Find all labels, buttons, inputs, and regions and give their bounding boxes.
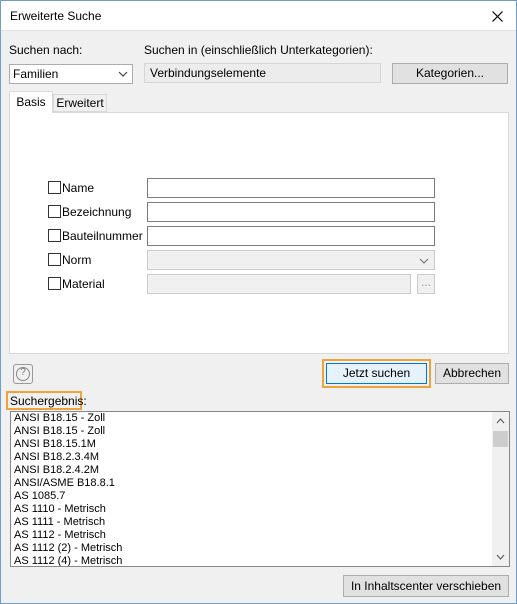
- list-item[interactable]: AS 1085.7: [11, 490, 509, 503]
- search-by-value: Familien: [13, 67, 59, 81]
- chevron-down-icon: [419, 258, 429, 264]
- close-button[interactable]: [484, 3, 510, 29]
- move-to-content-center-button[interactable]: In Inhaltscenter verschieben: [343, 575, 509, 597]
- scroll-down-icon[interactable]: [496, 553, 505, 561]
- categories-button[interactable]: Kategorien...: [392, 63, 508, 84]
- search-by-label: Suchen nach:: [9, 43, 83, 57]
- designation-input[interactable]: [147, 202, 435, 222]
- norm-label: Norm: [62, 253, 92, 267]
- list-item[interactable]: AS 1111 - Metrisch: [11, 516, 509, 529]
- cancel-button[interactable]: Abbrechen: [435, 363, 509, 384]
- material-input[interactable]: [147, 274, 411, 294]
- material-browse-button[interactable]: ...: [417, 274, 435, 294]
- material-label: Material: [62, 277, 105, 291]
- list-item[interactable]: ANSI B18.2.4.2M: [11, 464, 509, 477]
- designation-checkbox[interactable]: [48, 205, 61, 218]
- search-in-field: Verbindungselemente: [144, 63, 381, 83]
- list-item[interactable]: AS 1112 (2) - Metrisch: [11, 542, 509, 555]
- name-checkbox[interactable]: [48, 181, 61, 194]
- search-by-dropdown[interactable]: Familien: [9, 64, 133, 84]
- list-item[interactable]: AS 1112 - Metrisch: [11, 529, 509, 542]
- scroll-thumb[interactable]: [493, 431, 508, 447]
- results-items: ANSI B18.15 - Zoll ANSI B18.15 - Zoll ANSI…: [11, 412, 509, 566]
- title-bar: Erweiterte Suche: [1, 1, 516, 31]
- part-number-checkbox[interactable]: [48, 229, 61, 242]
- list-item[interactable]: AS 1110 - Metrisch: [11, 503, 509, 516]
- chevron-down-icon: [118, 71, 128, 77]
- search-in-label: Suchen in (einschließlich Unterkategorie…: [144, 43, 373, 57]
- list-item[interactable]: ANSI B18.15.1M: [11, 438, 509, 451]
- scroll-up-icon[interactable]: [496, 417, 505, 425]
- tab-basis[interactable]: Basis: [9, 91, 53, 113]
- part-number-input[interactable]: [147, 226, 435, 246]
- help-glyph: ?: [20, 367, 26, 378]
- list-item[interactable]: ANSI B18.15 - Zoll: [11, 412, 509, 425]
- help-button[interactable]: ?: [13, 364, 33, 384]
- window-title: Erweiterte Suche: [10, 9, 102, 23]
- material-checkbox[interactable]: [48, 277, 61, 290]
- designation-label: Bezeichnung: [62, 205, 132, 219]
- search-now-button[interactable]: Jetzt suchen: [326, 363, 427, 384]
- list-item[interactable]: ANSI B18.15 - Zoll: [11, 425, 509, 438]
- close-icon: [491, 10, 503, 22]
- list-item[interactable]: AS 1112 (4) - Metrisch: [11, 555, 509, 566]
- tab-erweitert[interactable]: Erweitert: [53, 94, 107, 112]
- norm-dropdown[interactable]: [147, 250, 435, 270]
- list-item[interactable]: ANSI/ASME B18.8.1: [11, 477, 509, 490]
- results-scrollbar[interactable]: [492, 412, 509, 566]
- results-list[interactable]: ANSI B18.15 - Zoll ANSI B18.15 - Zoll ANSI…: [10, 411, 510, 567]
- results-label: Suchergebnis:: [10, 394, 87, 408]
- norm-checkbox[interactable]: [48, 253, 61, 266]
- list-item[interactable]: ANSI B18.2.3.4M: [11, 451, 509, 464]
- name-input[interactable]: [147, 178, 435, 198]
- advanced-search-dialog: Erweiterte Suche Suchen nach: Familien S…: [0, 0, 517, 604]
- part-number-label: Bauteilnummer: [62, 229, 143, 243]
- search-in-value: Verbindungselemente: [150, 66, 267, 80]
- name-label: Name: [62, 181, 95, 195]
